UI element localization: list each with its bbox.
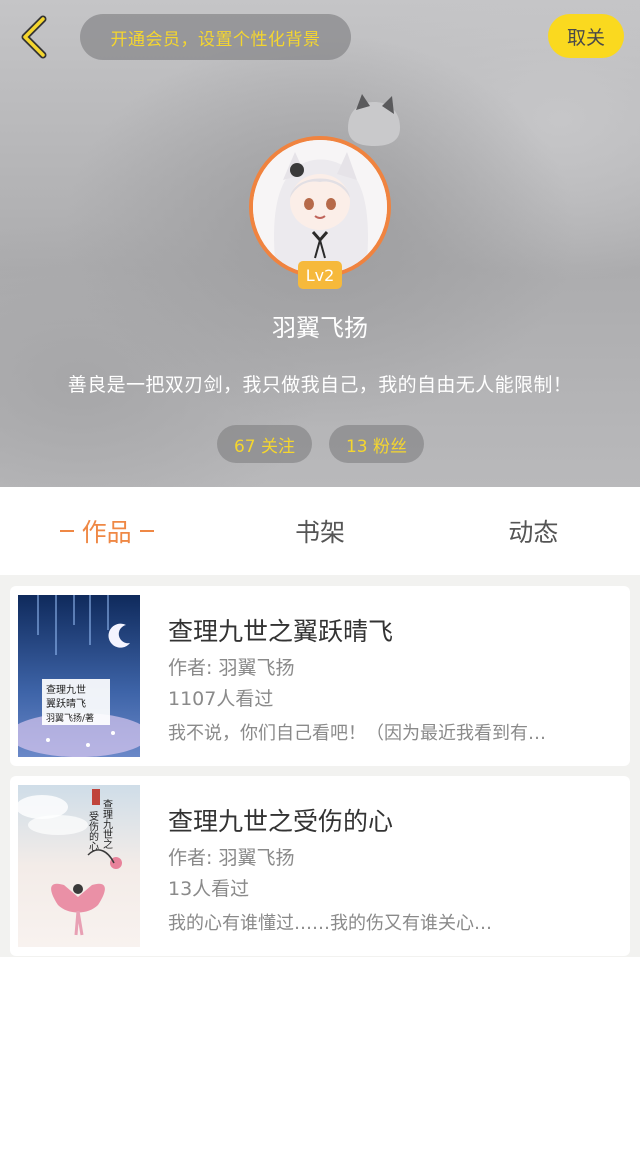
book-views: 1107人看过 <box>168 688 274 710</box>
back-button[interactable] <box>14 14 54 60</box>
following-count-button[interactable]: 67 关注 <box>217 425 312 463</box>
tab-works[interactable]: 作品 <box>0 487 213 575</box>
tab-bookshelf-label: 书架 <box>294 518 345 547</box>
book-views: 13人看过 <box>168 878 250 900</box>
book-title[interactable]: 查理九世之翼跃晴飞 <box>168 612 393 648</box>
cat-head-icon <box>348 94 400 146</box>
profile-page: 开通会员，设置个性化背景 取关 Lv2 羽翼飞扬 善良是一把双刃剑，我只做我自己… <box>0 0 640 1167</box>
cover-line-1: 查理九世之 <box>101 798 113 849</box>
cover-line-2: 受伤的心 <box>87 811 99 851</box>
level-badge: Lv2 <box>298 261 342 289</box>
book-author: 作者: 羽翼飞扬 <box>168 657 295 679</box>
level-text: Lv2 <box>305 265 335 285</box>
cover-line-3: 羽翼飞扬/著 <box>46 712 94 724</box>
avatar-illustration <box>253 140 387 274</box>
chevron-left-icon <box>21 15 47 59</box>
tab-activity[interactable]: 动态 <box>427 487 640 575</box>
user-bio: 善良是一把双刃剑，我只做我自己，我的自由无人能限制！ <box>67 374 573 396</box>
book-card[interactable]: 查理九世之 受伤的心 查理九世之受伤的心 作者: 羽翼飞扬 13人看过 我的心有… <box>10 776 630 956</box>
empty-area <box>0 957 640 1167</box>
unfollow-label: 取关 <box>566 26 605 49</box>
tab-works-label: 作品 <box>81 518 132 547</box>
book-cover[interactable]: 查理九世 翼跃晴飞 羽翼飞扬/著 <box>18 595 140 757</box>
tab-bookshelf[interactable]: 书架 <box>213 487 426 575</box>
book-cover-art: 查理九世 翼跃晴飞 羽翼飞扬/著 <box>18 595 140 757</box>
cover-line-1: 查理九世 <box>46 683 86 696</box>
book-description: 我的心有谁懂过……我的伤又有谁关心… <box>168 913 492 934</box>
book-title[interactable]: 查理九世之受伤的心 <box>168 802 393 838</box>
vip-banner-text: 开通会员，设置个性化背景 <box>110 29 321 50</box>
book-card[interactable]: 查理九世 翼跃晴飞 羽翼飞扬/著 查理九世之翼跃晴飞 作者: 羽翼飞扬 1107… <box>10 586 630 766</box>
profile-tabs: 作品 书架 动态 <box>0 487 640 575</box>
vip-background-banner[interactable]: 开通会员，设置个性化背景 <box>80 14 351 60</box>
tab-activity-label: 动态 <box>508 518 559 547</box>
avatar[interactable] <box>249 136 391 278</box>
tab-active-dash-right <box>139 530 154 532</box>
works-list: 查理九世 翼跃晴飞 羽翼飞扬/著 查理九世之翼跃晴飞 作者: 羽翼飞扬 1107… <box>0 575 640 957</box>
book-cover[interactable]: 查理九世之 受伤的心 <box>18 785 140 947</box>
fans-count: 13 粉丝 <box>345 436 408 457</box>
book-cover-art: 查理九世之 受伤的心 <box>18 785 140 947</box>
username: 羽翼飞扬 <box>272 314 368 342</box>
tab-active-dash-left <box>59 530 74 532</box>
book-author: 作者: 羽翼飞扬 <box>168 847 295 869</box>
fans-count-button[interactable]: 13 粉丝 <box>329 425 424 463</box>
unfollow-button[interactable]: 取关 <box>548 14 624 58</box>
book-description: 我不说，你们自己看吧！（因为最近我看到有… <box>168 723 546 744</box>
cover-line-2: 翼跃晴飞 <box>46 697 86 710</box>
following-count: 67 关注 <box>233 436 296 457</box>
profile-header: 开通会员，设置个性化背景 取关 Lv2 羽翼飞扬 善良是一把双刃剑，我只做我自己… <box>0 0 640 487</box>
